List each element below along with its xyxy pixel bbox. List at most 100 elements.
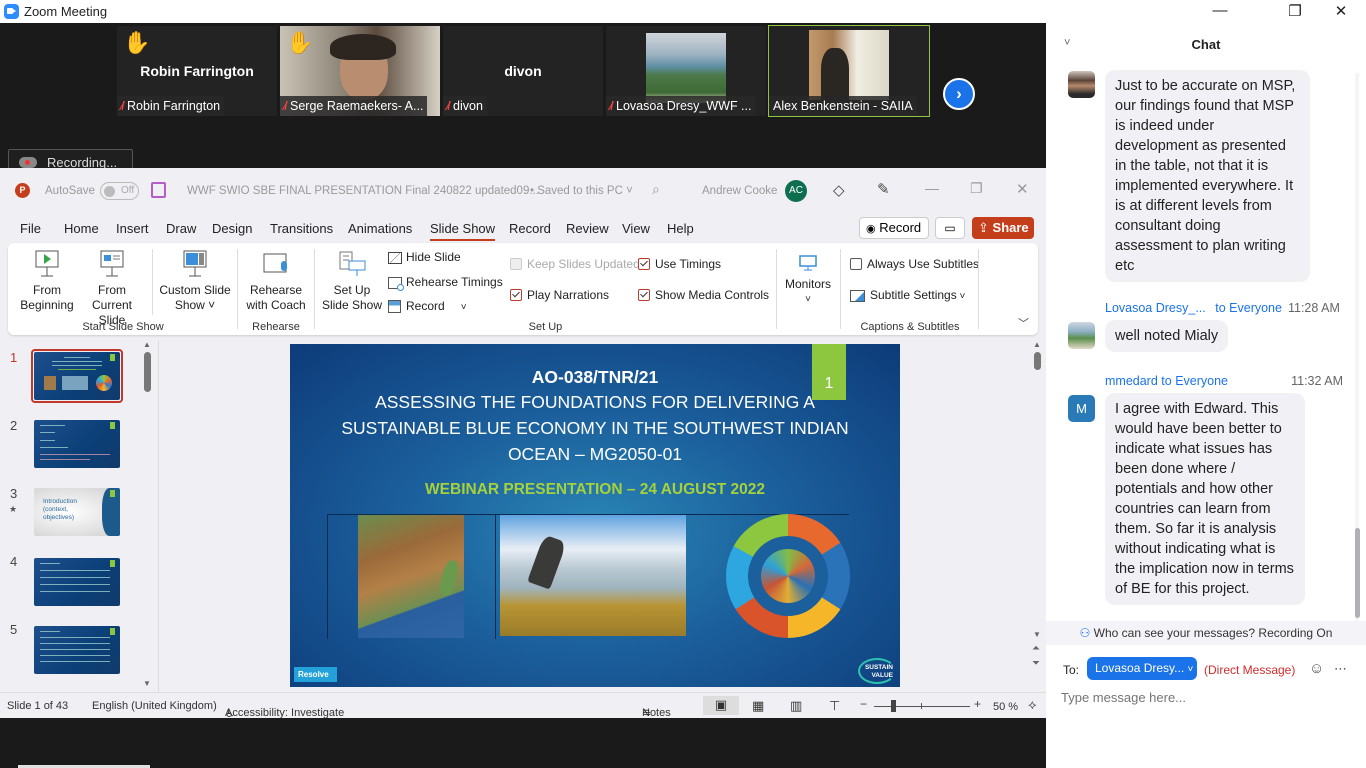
collapse-ribbon-icon[interactable]: ﹀	[1018, 315, 1029, 331]
tab-home[interactable]: Home	[64, 221, 99, 236]
slide-thumbnail[interactable]	[34, 352, 120, 400]
slide-canvas[interactable]: 1 AO-038/TNR/21 ASSESSING THE FOUNDATION…	[290, 344, 900, 687]
set-up-slide-show-button[interactable]: Set Up Slide Show	[320, 249, 384, 313]
participant-tile[interactable]: ✋ Robin Farrington ⁄̸ Robin Farrington	[117, 26, 277, 116]
participant-tile[interactable]: divon ⁄̸ divon	[443, 26, 603, 116]
tab-help[interactable]: Help	[667, 221, 694, 236]
tab-slide-show[interactable]: Slide Show	[430, 221, 496, 241]
play-narrations-checkbox[interactable]: Play Narrations	[510, 288, 609, 302]
language-status[interactable]: English (United Kingdom)	[92, 700, 217, 712]
zoom-level[interactable]: 50 %	[993, 701, 1018, 713]
muted-mic-icon: ⁄̸	[121, 99, 124, 113]
slide-show-view-button[interactable]: ⊤	[829, 698, 840, 714]
slide-title-line: OCEAN – MG2050-01	[507, 444, 683, 464]
rehearse-with-coach-button[interactable]: Rehearse with Coach	[242, 251, 310, 313]
next-slide-icon[interactable]: ⏷	[1032, 658, 1040, 669]
more-options-icon[interactable]: ⋯	[1334, 661, 1347, 677]
zoom-out-button[interactable]: −	[860, 697, 867, 711]
recipient-name[interactable]: Everyone	[1229, 301, 1282, 315]
slide-thumbnail[interactable]	[34, 626, 120, 674]
slide-thumbnail[interactable]	[34, 558, 120, 606]
custom-slide-show-button[interactable]: Custom Slide Show ˅	[156, 249, 234, 313]
premium-diamond-icon[interactable]: ◇	[833, 181, 845, 199]
record-dropdown-button[interactable]: Record ˅	[388, 299, 467, 314]
next-page-button[interactable]: ›	[943, 78, 975, 110]
comments-button[interactable]: ▭	[935, 217, 965, 239]
slide-sorter-view-button[interactable]: ▦	[752, 698, 764, 714]
participant-tile-active-speaker[interactable]: Alex Benkenstein - SAIIA	[768, 25, 930, 117]
chat-message[interactable]: well noted Mialy	[1105, 320, 1229, 352]
zoom-in-button[interactable]: +	[974, 697, 981, 711]
slide-scrollbar-thumb[interactable]	[1034, 352, 1041, 370]
tab-transitions[interactable]: Transitions	[270, 221, 333, 236]
pane-divider	[158, 340, 159, 692]
monitors-button[interactable]: Monitors ˅	[780, 253, 836, 307]
emoji-icon[interactable]: ☺	[1309, 660, 1324, 677]
chat-message[interactable]: Just to be accurate on MSP, our findings…	[1105, 70, 1310, 282]
ppt-minimize-icon[interactable]: —	[925, 180, 939, 196]
from-beginning-button[interactable]: From Beginning	[14, 249, 80, 313]
window-titlebar: Zoom Meeting — ❐ ✕	[0, 0, 1366, 23]
recipient-name[interactable]: Everyone	[1175, 374, 1228, 388]
tab-insert[interactable]: Insert	[116, 221, 149, 236]
sender-name[interactable]: mmedard	[1105, 374, 1158, 388]
tab-animations[interactable]: Animations	[348, 221, 412, 236]
minimize-icon[interactable]: —	[1205, 2, 1235, 19]
chat-message[interactable]: I agree with Edward. This would have bee…	[1105, 393, 1305, 605]
separator	[237, 249, 238, 329]
show-media-controls-checkbox[interactable]: Show Media Controls	[638, 288, 769, 302]
participant-tile[interactable]: ✋ ⁄̸ Serge Raemaekers- A...	[280, 26, 440, 116]
tab-file[interactable]: File	[20, 221, 41, 236]
fit-to-window-icon[interactable]: ⟡	[1028, 697, 1037, 713]
slide-scroll-up-arrow[interactable]: ▲	[1033, 340, 1041, 349]
reading-view-button[interactable]: ▥	[790, 698, 802, 714]
chevron-right-icon: ›	[956, 84, 962, 103]
recipient-selector[interactable]: Lovasoa Dresy... ˅	[1087, 657, 1197, 680]
participant-tile[interactable]: ⁄̸ Lovasoa Dresy_WWF ...	[606, 26, 766, 116]
hide-slide-button[interactable]: Hide Slide	[388, 250, 461, 264]
save-status[interactable]: • Saved to this PC ˅	[530, 185, 633, 197]
normal-view-button[interactable]: ▣	[703, 696, 739, 715]
subtitle-settings-button[interactable]: Subtitle Settings ˅	[850, 288, 965, 302]
zoom-slider[interactable]: − +	[860, 697, 990, 713]
file-title: WWF SWIO SBE FINAL PRESENTATION Final 24…	[187, 185, 539, 197]
celebrate-icon[interactable]: ✎	[877, 180, 890, 198]
visibility-notice[interactable]: ⚇ Who can see your messages? Recording O…	[1046, 621, 1366, 645]
slide-title-line: SUSTAINABLE BLUE ECONOMY IN THE SOUTHWES…	[341, 418, 849, 438]
share-button[interactable]: ⇪ Share	[972, 217, 1034, 239]
slide-scroll-down-arrow[interactable]: ▼	[1033, 630, 1041, 639]
tab-draw[interactable]: Draw	[166, 221, 196, 236]
zoom-meeting-background	[0, 718, 1046, 768]
from-current-slide-button[interactable]: From Current Slide	[78, 249, 146, 328]
rehearse-timings-button[interactable]: Rehearse Timings	[388, 275, 503, 291]
previous-slide-icon[interactable]: ⏶	[1032, 643, 1040, 654]
close-icon[interactable]: ✕	[1326, 2, 1356, 20]
scroll-down-arrow[interactable]: ▼	[143, 679, 151, 688]
scroll-up-arrow[interactable]: ▲	[143, 340, 151, 349]
restore-icon[interactable]: ❐	[1280, 2, 1310, 20]
save-icon[interactable]	[151, 182, 166, 198]
raised-hand-icon: ✋	[123, 30, 151, 55]
tab-review[interactable]: Review	[566, 221, 609, 236]
zoom-slider-thumb[interactable]	[891, 700, 897, 712]
ppt-close-icon[interactable]: ✕	[1016, 180, 1029, 198]
message-input[interactable]	[1061, 686, 1351, 708]
always-use-subtitles-checkbox[interactable]: Always Use Subtitles	[850, 257, 979, 271]
record-button[interactable]: ◉ Record	[859, 217, 929, 239]
autosave-toggle[interactable]: Off	[100, 182, 139, 200]
tab-view[interactable]: View	[622, 221, 650, 236]
thumbnails-scrollbar-thumb[interactable]	[144, 352, 151, 392]
tab-design[interactable]: Design	[212, 221, 252, 236]
slide-thumbnail[interactable]	[34, 420, 120, 468]
chat-scrollbar-thumb[interactable]	[1355, 528, 1360, 618]
slide-thumbnail[interactable]: Introduction (context, objectives)	[34, 488, 120, 536]
sender-name[interactable]: Lovasoa Dresy_...	[1105, 301, 1206, 315]
muted-mic-icon: ⁄̸	[610, 99, 613, 113]
ppt-restore-icon[interactable]: ❐	[970, 180, 983, 197]
thumb-number: 5	[10, 622, 18, 637]
user-avatar[interactable]: AC	[785, 180, 807, 202]
tab-record[interactable]: Record	[509, 221, 551, 236]
slide-thumbnails-pane: 1 2 3 ★ Introduction (context, objective…	[0, 340, 158, 692]
use-timings-checkbox[interactable]: Use Timings	[638, 257, 721, 271]
search-icon[interactable]: ⌕	[652, 181, 660, 198]
